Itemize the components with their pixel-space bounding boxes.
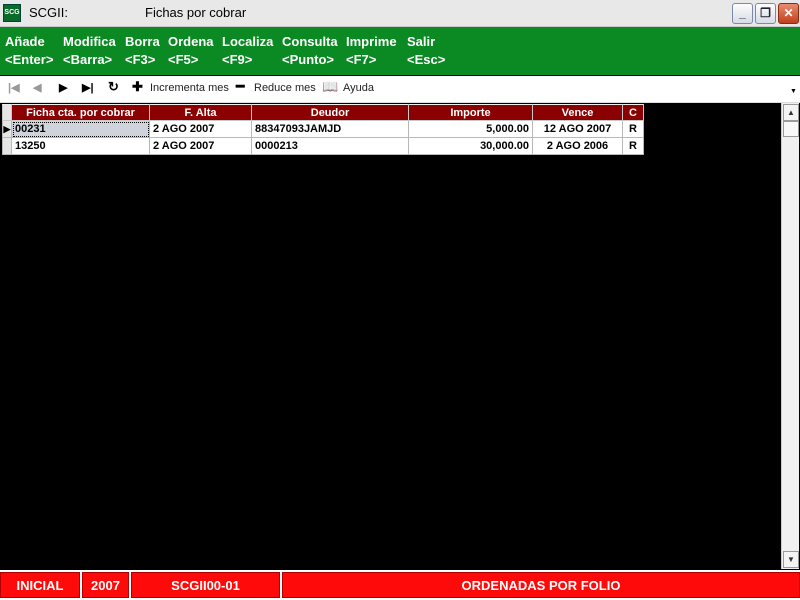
menu-shortcut: <F5>	[168, 52, 199, 67]
cell-vence[interactable]: 12 AGO 2007	[532, 120, 623, 138]
minus-icon[interactable]: ━	[236, 78, 244, 95]
table-row[interactable]: 13250 2 AGO 2007 0000213 30,000.00 2 AGO…	[2, 137, 644, 155]
cell-ficha[interactable]: 00231	[11, 120, 150, 138]
plus-icon[interactable]: ✚	[132, 79, 143, 95]
menu-shortcut: <F3>	[125, 52, 156, 67]
menu-borra[interactable]: Borra <F3>	[125, 33, 160, 69]
col-header-alta[interactable]: F. Alta	[149, 104, 252, 121]
toolbar: |◀ ◀ ▶ ▶| ↻ ✚ Incrementa mes ━ Reduce me…	[0, 76, 800, 103]
minimize-button[interactable]: _	[732, 3, 753, 24]
close-button[interactable]: ✕	[778, 3, 799, 24]
menu-shortcut: <Barra>	[63, 52, 113, 67]
col-header-c[interactable]: C	[622, 104, 644, 121]
row-selector[interactable]	[2, 137, 12, 155]
first-record-icon[interactable]: |◀	[8, 81, 20, 94]
records-grid: Ficha cta. por cobrar F. Alta Deudor Imp…	[0, 103, 781, 569]
refresh-icon[interactable]: ↻	[108, 79, 119, 95]
window-title: Fichas por cobrar	[145, 5, 247, 20]
title-bar: SCG SCGII: Fichas por cobrar _ ❐ ✕	[0, 0, 800, 27]
menu-shortcut: <F9>	[222, 52, 253, 67]
menu-localiza[interactable]: Localiza <F9>	[222, 33, 273, 69]
status-screen-code: SCGII00-01	[131, 572, 280, 598]
vertical-scrollbar[interactable]: ▲ ▼	[781, 103, 799, 569]
toolbar-overflow-icon[interactable]: ▼	[790, 88, 797, 95]
prev-record-icon[interactable]: ◀	[33, 81, 41, 94]
menu-anade[interactable]: Añade <Enter>	[5, 33, 53, 69]
menu-shortcut: <F7>	[346, 52, 377, 67]
menu-ordena[interactable]: Ordena <F5>	[168, 33, 214, 69]
col-header-vence[interactable]: Vence	[532, 104, 623, 121]
book-icon[interactable]: 📖	[322, 79, 338, 95]
menu-modifica[interactable]: Modifica <Barra>	[63, 33, 116, 69]
cell-c[interactable]: R	[622, 137, 644, 155]
decrease-month-button[interactable]: Reduce mes	[254, 82, 316, 94]
menu-label: Modifica	[63, 34, 116, 49]
menu-label: Imprime	[346, 34, 397, 49]
status-order: ORDENADAS POR FOLIO	[282, 572, 800, 598]
menu-label: Ordena	[168, 34, 214, 49]
menu-label: Borra	[125, 34, 160, 49]
cell-c[interactable]: R	[622, 120, 644, 138]
menu-consulta[interactable]: Consulta <Punto>	[282, 33, 338, 69]
cell-importe[interactable]: 30,000.00	[408, 137, 533, 155]
cell-alta[interactable]: 2 AGO 2007	[149, 120, 252, 138]
maximize-button[interactable]: ❐	[755, 3, 776, 24]
scroll-thumb[interactable]	[783, 121, 799, 137]
help-button[interactable]: Ayuda	[343, 82, 374, 94]
menu-label: Añade	[5, 34, 45, 49]
receivables-table: Ficha cta. por cobrar F. Alta Deudor Imp…	[2, 104, 644, 155]
cell-ficha[interactable]: 13250	[11, 137, 150, 155]
table-row[interactable]: ▶ 00231 2 AGO 2007 88347093JAMJD 5,000.0…	[2, 120, 644, 138]
row-current-indicator-icon[interactable]: ▶	[2, 120, 12, 138]
menu-salir[interactable]: Salir <Esc>	[407, 33, 445, 69]
cell-deudor[interactable]: 0000213	[251, 137, 409, 155]
cell-vence[interactable]: 2 AGO 2006	[532, 137, 623, 155]
next-record-icon[interactable]: ▶	[59, 81, 67, 94]
last-record-icon[interactable]: ▶|	[82, 81, 94, 94]
increase-month-button[interactable]: Incrementa mes	[150, 82, 229, 94]
menu-label: Consulta	[282, 34, 338, 49]
cell-alta[interactable]: 2 AGO 2007	[149, 137, 252, 155]
status-bar: INICIAL 2007 SCGII00-01 ORDENADAS POR FO…	[0, 570, 800, 600]
cell-deudor[interactable]: 88347093JAMJD	[251, 120, 409, 138]
status-mode: INICIAL	[0, 572, 80, 598]
col-header-deudor[interactable]: Deudor	[251, 104, 409, 121]
menu-label: Salir	[407, 34, 436, 49]
menu-shortcut: <Punto>	[282, 52, 335, 67]
menu-imprime[interactable]: Imprime <F7>	[346, 33, 397, 69]
row-selector-header	[2, 104, 12, 121]
menu-shortcut: <Esc>	[407, 52, 446, 67]
cell-importe[interactable]: 5,000.00	[408, 120, 533, 138]
app-title: SCGII:	[29, 5, 69, 20]
table-header-row: Ficha cta. por cobrar F. Alta Deudor Imp…	[2, 104, 644, 121]
menu-label: Localiza	[222, 34, 274, 49]
col-header-ficha[interactable]: Ficha cta. por cobrar	[11, 104, 150, 121]
app-logo-icon: SCG	[3, 4, 21, 22]
scroll-down-icon[interactable]: ▼	[783, 551, 799, 568]
scroll-up-icon[interactable]: ▲	[783, 104, 799, 121]
col-header-importe[interactable]: Importe	[408, 104, 533, 121]
menu-shortcut: <Enter>	[5, 52, 54, 67]
status-year: 2007	[82, 572, 129, 598]
menu-bar: Añade <Enter> Modifica <Barra> Borra <F3…	[0, 27, 800, 75]
